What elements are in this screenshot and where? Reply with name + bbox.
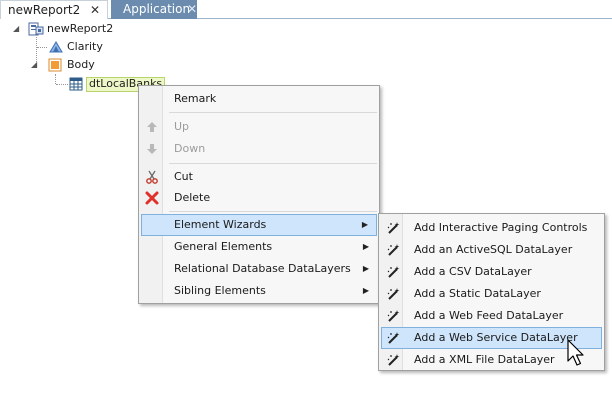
collapse-toggle-icon[interactable]: ◢ (31, 57, 37, 73)
wizard-add-interactive-paging-controls[interactable]: Add Interactive Paging Controls (381, 217, 602, 239)
menu-item-delete[interactable]: Delete (141, 187, 377, 209)
menu-item-general-elements[interactable]: General Elements ▶ (141, 236, 377, 258)
menu-item-element-wizards[interactable]: Element Wizards ▶ (141, 214, 377, 236)
menu-item-relational-database-datalayers[interactable]: Relational Database DataLayers ▶ (141, 258, 377, 280)
tab-newreport2[interactable]: newReport2 ✕ (0, 0, 108, 19)
context-menu: Remark Up Down Cut Delete Element Wizard… (138, 85, 380, 304)
body-icon (48, 58, 62, 72)
tab-label: newReport2 (8, 3, 81, 17)
tab-label: Application (123, 2, 191, 16)
magic-wand-icon (387, 354, 400, 366)
wizard-add-static-datalayer[interactable]: Add a Static DataLayer (381, 283, 602, 305)
submenu-arrow-icon: ▶ (362, 264, 369, 273)
tree-node-label: Body (67, 58, 95, 71)
menu-item-cut[interactable]: Cut (141, 166, 377, 188)
wizard-add-web-feed-datalayer[interactable]: Add a Web Feed DataLayer (381, 305, 602, 327)
submenu-arrow-icon: ▶ (362, 286, 369, 295)
collapse-toggle-icon[interactable]: ◢ (13, 21, 19, 37)
tree-node-clarity[interactable]: Clarity (0, 39, 150, 55)
submenu-arrow-icon: ▶ (362, 242, 369, 251)
menu-separator (169, 163, 377, 164)
theme-icon (49, 41, 63, 53)
arrow-up-icon (147, 122, 157, 132)
tree-node-dtlocalbanks[interactable]: dtLocalBanks (0, 76, 166, 92)
submenu-arrow-icon: ▶ (361, 220, 368, 229)
red-x-icon (145, 191, 159, 205)
menu-item-remark[interactable]: Remark (141, 88, 377, 110)
close-icon[interactable]: ✕ (187, 0, 197, 18)
menu-item-up[interactable]: Up (141, 116, 377, 138)
mouse-cursor-icon (567, 339, 584, 366)
tree-node-label: Clarity (67, 40, 103, 53)
magic-wand-icon (387, 266, 400, 278)
menu-separator (169, 112, 377, 113)
magic-wand-icon (387, 310, 400, 322)
tree-node-label: newReport2 (47, 22, 114, 35)
tree-node-root[interactable]: ◢ newReport2 (0, 21, 150, 37)
menu-item-down[interactable]: Down (141, 138, 377, 160)
scissors-icon (146, 170, 158, 184)
close-icon[interactable]: ✕ (90, 1, 100, 19)
document-tab-bar: newReport2 ✕ Application ✕ (0, 0, 612, 19)
magic-wand-icon (387, 222, 400, 234)
menu-separator (169, 211, 377, 212)
wizard-add-csv-datalayer[interactable]: Add a CSV DataLayer (381, 261, 602, 283)
report-icon (28, 22, 44, 36)
data-table-icon (69, 77, 83, 91)
arrow-down-icon (147, 144, 157, 154)
magic-wand-icon (387, 288, 400, 300)
tab-application[interactable]: Application ✕ (111, 0, 197, 19)
magic-wand-icon (387, 244, 400, 256)
magic-wand-icon (387, 332, 400, 344)
tree-node-body[interactable]: ◢ Body (0, 57, 150, 73)
wizard-add-activesql-datalayer[interactable]: Add an ActiveSQL DataLayer (381, 239, 602, 261)
menu-item-sibling-elements[interactable]: Sibling Elements ▶ (141, 280, 377, 302)
